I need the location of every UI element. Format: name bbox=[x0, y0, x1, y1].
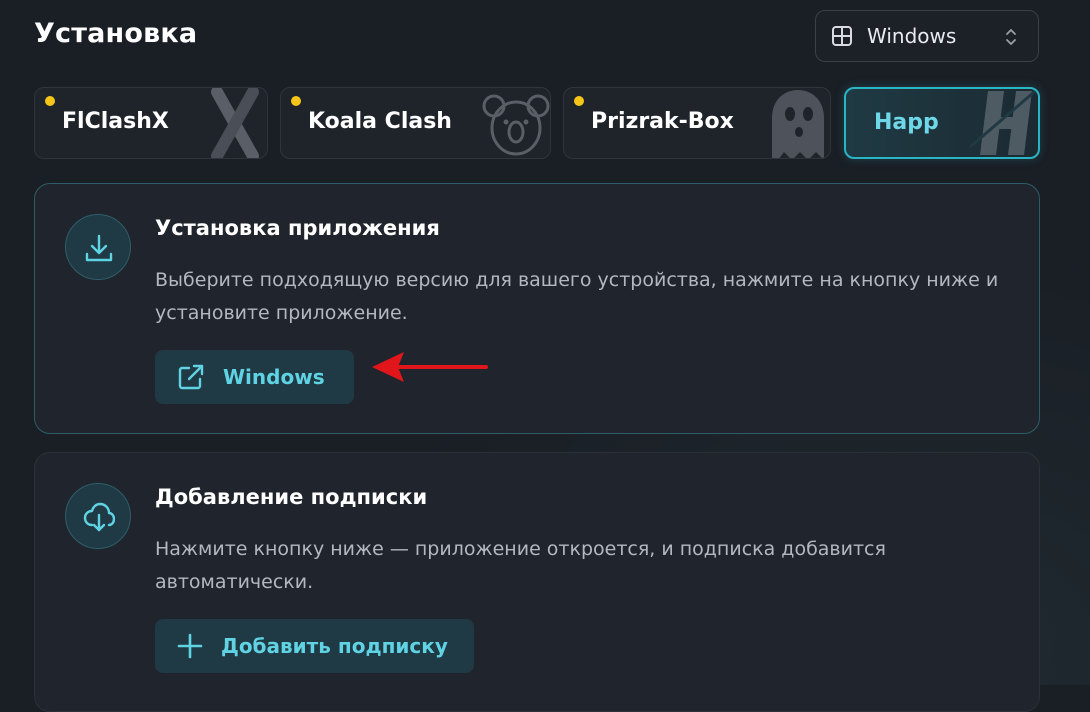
windows-button-label: Windows bbox=[223, 365, 325, 389]
page-title: Установка bbox=[34, 18, 198, 49]
tab-label: Koala Clash bbox=[308, 109, 452, 134]
red-arrow-icon bbox=[372, 352, 488, 382]
ghost-logo-icon bbox=[772, 90, 824, 158]
plus-icon bbox=[177, 633, 203, 659]
install-card-description: Выберите подходящую версию для вашего ус… bbox=[155, 269, 999, 324]
windows-icon bbox=[832, 26, 852, 46]
install-icon-circle bbox=[65, 214, 131, 280]
status-dot bbox=[291, 96, 301, 106]
external-link-icon bbox=[178, 364, 204, 390]
subscription-card-title: Добавление подписки bbox=[155, 485, 428, 509]
tab-label: Happ bbox=[874, 110, 939, 135]
tab-happ[interactable]: Happ bbox=[844, 87, 1040, 159]
subscription-icon-circle bbox=[65, 483, 131, 549]
os-select[interactable]: Windows bbox=[815, 10, 1039, 62]
download-icon bbox=[85, 234, 113, 262]
tab-label: Prizrak-Box bbox=[591, 109, 734, 134]
cloud-download-icon bbox=[83, 502, 115, 532]
status-dot bbox=[574, 96, 584, 106]
tab-label: FlClashX bbox=[62, 109, 169, 134]
os-select-value: Windows bbox=[867, 24, 957, 48]
add-subscription-card: Добавление подписки Нажмите кнопку ниже … bbox=[34, 452, 1040, 712]
koala-logo-icon bbox=[482, 94, 550, 156]
install-card-title: Установка приложения bbox=[155, 216, 440, 240]
flclashx-logo-icon bbox=[211, 88, 259, 158]
tab-prizrak-box[interactable]: Prizrak-Box bbox=[563, 87, 831, 159]
windows-download-button[interactable]: Windows bbox=[155, 350, 354, 404]
tab-flclashx[interactable]: FlClashX bbox=[34, 87, 268, 159]
subscription-card-description: Нажмите кнопку ниже — приложение откроет… bbox=[155, 538, 886, 593]
happ-logo-icon bbox=[970, 89, 1038, 155]
add-subscription-button[interactable]: Добавить подписку bbox=[155, 619, 474, 673]
page: Установка Windows FlClashX Koala Clash P… bbox=[0, 0, 1090, 712]
chevron-up-down-icon bbox=[1006, 29, 1016, 45]
status-dot bbox=[45, 96, 55, 106]
client-tabs: FlClashX Koala Clash Prizrak-Box Happ bbox=[34, 87, 1040, 159]
tab-koala-clash[interactable]: Koala Clash bbox=[280, 87, 551, 159]
add-subscription-button-label: Добавить подписку bbox=[221, 634, 448, 658]
install-app-card: Установка приложения Выберите подходящую… bbox=[34, 183, 1040, 434]
